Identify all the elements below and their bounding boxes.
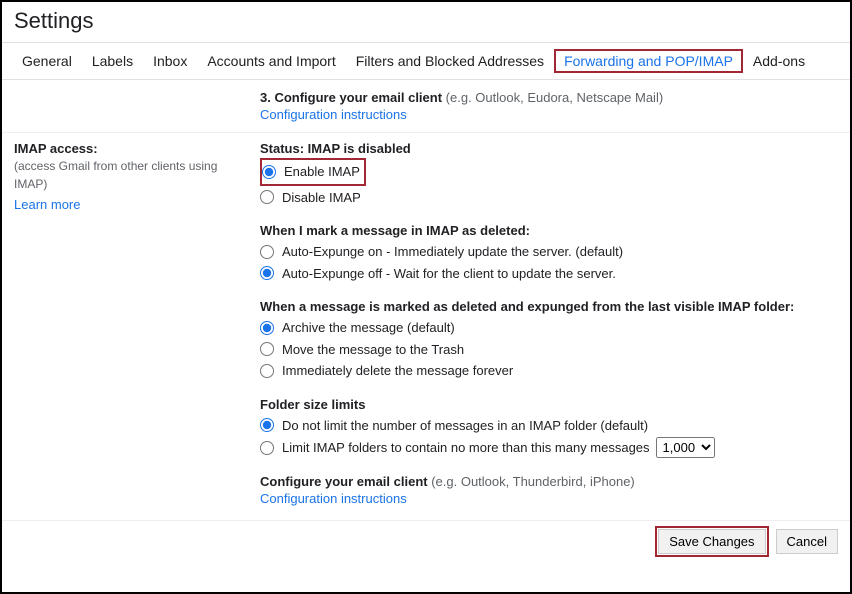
tab-inbox[interactable]: Inbox bbox=[143, 49, 197, 73]
trash-row[interactable]: Move the message to the Trash bbox=[260, 340, 838, 360]
config-instructions-link-top[interactable]: Configuration instructions bbox=[260, 107, 838, 122]
limit-select[interactable]: 1,000 bbox=[656, 437, 715, 458]
save-changes-button[interactable]: Save Changes bbox=[658, 529, 765, 554]
configure-top-section: 3. Configure your email client (e.g. Out… bbox=[2, 80, 850, 133]
imap-status: Status: IMAP is disabled bbox=[260, 141, 838, 156]
page-title: Settings bbox=[2, 2, 850, 42]
step3-hint: (e.g. Outlook, Eudora, Netscape Mail) bbox=[446, 90, 664, 105]
expunge-on-radio[interactable] bbox=[260, 245, 274, 259]
learn-more-link[interactable]: Learn more bbox=[14, 197, 250, 212]
tabs-bar: General Labels Inbox Accounts and Import… bbox=[2, 42, 850, 80]
trash-label: Move the message to the Trash bbox=[282, 340, 464, 360]
disable-imap-row[interactable]: Disable IMAP bbox=[260, 188, 838, 208]
no-limit-row[interactable]: Do not limit the number of messages in a… bbox=[260, 416, 838, 436]
deleted-title: When I mark a message in IMAP as deleted… bbox=[260, 223, 838, 238]
expunge-off-radio[interactable] bbox=[260, 266, 274, 280]
archive-radio[interactable] bbox=[260, 321, 274, 335]
tab-filters[interactable]: Filters and Blocked Addresses bbox=[346, 49, 554, 73]
disable-imap-radio[interactable] bbox=[260, 190, 274, 204]
footer: Save Changes Cancel bbox=[2, 520, 850, 564]
delete-forever-row[interactable]: Immediately delete the message forever bbox=[260, 361, 838, 381]
trash-radio[interactable] bbox=[260, 342, 274, 356]
no-limit-label: Do not limit the number of messages in a… bbox=[282, 416, 648, 436]
delete-forever-radio[interactable] bbox=[260, 364, 274, 378]
archive-row[interactable]: Archive the message (default) bbox=[260, 318, 838, 338]
configure-client-label: Configure your email client bbox=[260, 474, 428, 489]
imap-access-label: IMAP access: bbox=[14, 141, 250, 156]
archive-label: Archive the message (default) bbox=[282, 318, 455, 338]
expunge-on-row[interactable]: Auto-Expunge on - Immediately update the… bbox=[260, 242, 838, 262]
expunge-off-label: Auto-Expunge off - Wait for the client t… bbox=[282, 264, 616, 284]
enable-imap-radio[interactable] bbox=[262, 165, 276, 179]
expunge-on-label: Auto-Expunge on - Immediately update the… bbox=[282, 242, 623, 262]
enable-imap-label: Enable IMAP bbox=[284, 162, 360, 182]
limit-row[interactable]: Limit IMAP folders to contain no more th… bbox=[260, 437, 838, 458]
limit-radio[interactable] bbox=[260, 441, 274, 455]
expunged-title: When a message is marked as deleted and … bbox=[260, 299, 838, 314]
cancel-button[interactable]: Cancel bbox=[776, 529, 838, 554]
limit-label: Limit IMAP folders to contain no more th… bbox=[282, 438, 650, 458]
config-instructions-link-bottom[interactable]: Configuration instructions bbox=[260, 491, 838, 506]
tab-labels[interactable]: Labels bbox=[82, 49, 143, 73]
imap-section: IMAP access: (access Gmail from other cl… bbox=[2, 133, 850, 520]
imap-access-hint: (access Gmail from other clients using I… bbox=[14, 157, 250, 193]
no-limit-radio[interactable] bbox=[260, 418, 274, 432]
folder-limits-title: Folder size limits bbox=[260, 397, 838, 412]
configure-client-hint: (e.g. Outlook, Thunderbird, iPhone) bbox=[431, 474, 635, 489]
tab-forwarding[interactable]: Forwarding and POP/IMAP bbox=[554, 49, 743, 73]
enable-imap-row[interactable]: Enable IMAP bbox=[262, 162, 360, 182]
tab-accounts[interactable]: Accounts and Import bbox=[197, 49, 345, 73]
tab-addons[interactable]: Add-ons bbox=[743, 49, 815, 73]
expunge-off-row[interactable]: Auto-Expunge off - Wait for the client t… bbox=[260, 264, 838, 284]
step3-label: 3. Configure your email client bbox=[260, 90, 442, 105]
delete-forever-label: Immediately delete the message forever bbox=[282, 361, 513, 381]
disable-imap-label: Disable IMAP bbox=[282, 188, 361, 208]
tab-general[interactable]: General bbox=[12, 49, 82, 73]
